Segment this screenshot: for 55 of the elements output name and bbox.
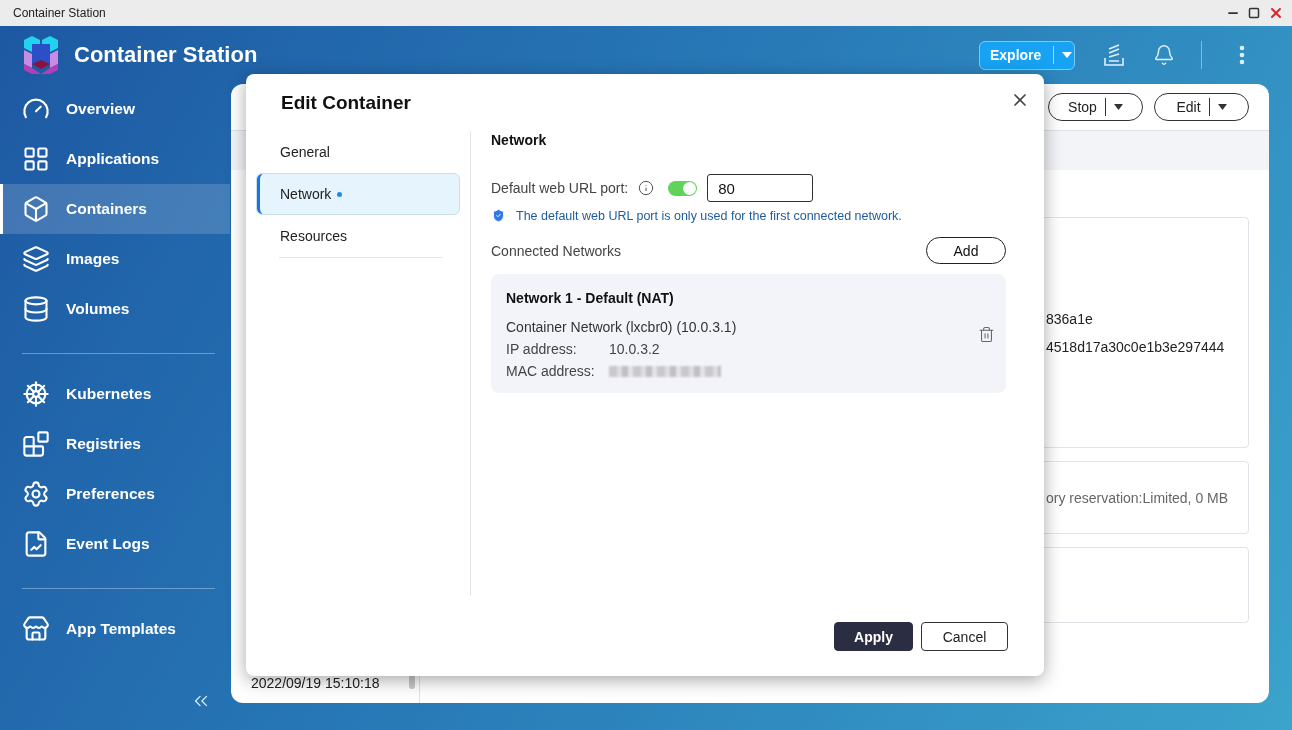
split-button[interactable]: Edit — [1154, 93, 1249, 121]
delete-button[interactable] — [978, 326, 995, 343]
port-field[interactable]: 80 — [707, 174, 814, 202]
window-title: Container Station — [13, 6, 106, 20]
cancel-button[interactable]: Cancel — [921, 622, 1008, 651]
blocks-icon — [22, 430, 50, 458]
timestamp: 2022/09/19 15:10:18 — [251, 675, 380, 691]
apply-button[interactable]: Apply — [834, 622, 913, 651]
split-button[interactable]: Stop — [1048, 93, 1143, 121]
toggle-switch[interactable] — [668, 180, 698, 196]
sidebar-item[interactable]: Volumes — [0, 284, 230, 334]
nav-tab[interactable]: Network — [256, 173, 460, 215]
nav-tab[interactable]: General — [256, 131, 460, 173]
add-button[interactable]: Add — [926, 237, 1006, 264]
hint-text: The default web URL port is only used for the first connected network. — [516, 208, 902, 223]
dialog-title: Edit Container — [281, 92, 411, 115]
settings-icon — [22, 480, 50, 508]
field-label: Default web URL port: — [491, 180, 629, 196]
maximize-icon[interactable] — [1248, 7, 1260, 19]
app-title: Container Station — [74, 42, 258, 68]
field-label: IP address: — [506, 341, 578, 357]
caret-icon — [1113, 104, 1123, 110]
scrollbar-thumb[interactable] — [409, 675, 415, 689]
network-adapter: Container Network (lxcbr0) (10.0.3.1) — [506, 319, 738, 335]
section-title: Network — [491, 132, 548, 148]
grid-icon — [22, 145, 50, 173]
caret-icon — [1217, 104, 1227, 110]
section-label: Connected Networks — [491, 242, 621, 259]
field-label: MAC address: — [506, 363, 596, 379]
sidebar-item[interactable]: Applications — [0, 134, 230, 184]
store-icon — [22, 615, 50, 643]
shield-icon — [491, 208, 506, 223]
info-text: 4518d17a30c0e1b3e297444 — [1046, 338, 1226, 355]
close-icon[interactable] — [1268, 5, 1284, 21]
info-text: ory reservation:Limited, 0 MB — [1046, 489, 1230, 506]
sidebar-item[interactable]: Images — [0, 234, 230, 284]
info-text: 836a1e — [1046, 310, 1094, 327]
sidebar-item[interactable]: Registries — [0, 419, 230, 469]
stack-icon[interactable] — [1103, 43, 1125, 67]
caret-icon — [1062, 52, 1073, 58]
sidebar-item[interactable]: Event Logs — [0, 519, 230, 569]
sidebar-item[interactable]: Overview — [0, 84, 230, 134]
layers-icon — [22, 245, 50, 273]
ship-wheel-icon — [22, 380, 50, 408]
network-name: Network 1 - Default (NAT) — [506, 290, 675, 306]
sidebar-item[interactable]: Kubernetes — [0, 369, 230, 419]
sidebar-item[interactable]: App Templates — [0, 604, 230, 654]
field-value: 10.0.3.2 — [609, 341, 660, 357]
sidebar-item[interactable]: Preferences — [0, 469, 230, 519]
sidebar-item[interactable]: Containers — [0, 184, 230, 234]
nav-tab[interactable]: Resources — [256, 215, 460, 257]
bell-icon[interactable] — [1153, 44, 1175, 66]
info-icon[interactable] — [638, 180, 655, 196]
database-icon — [22, 295, 50, 323]
cube-icon — [22, 195, 50, 223]
